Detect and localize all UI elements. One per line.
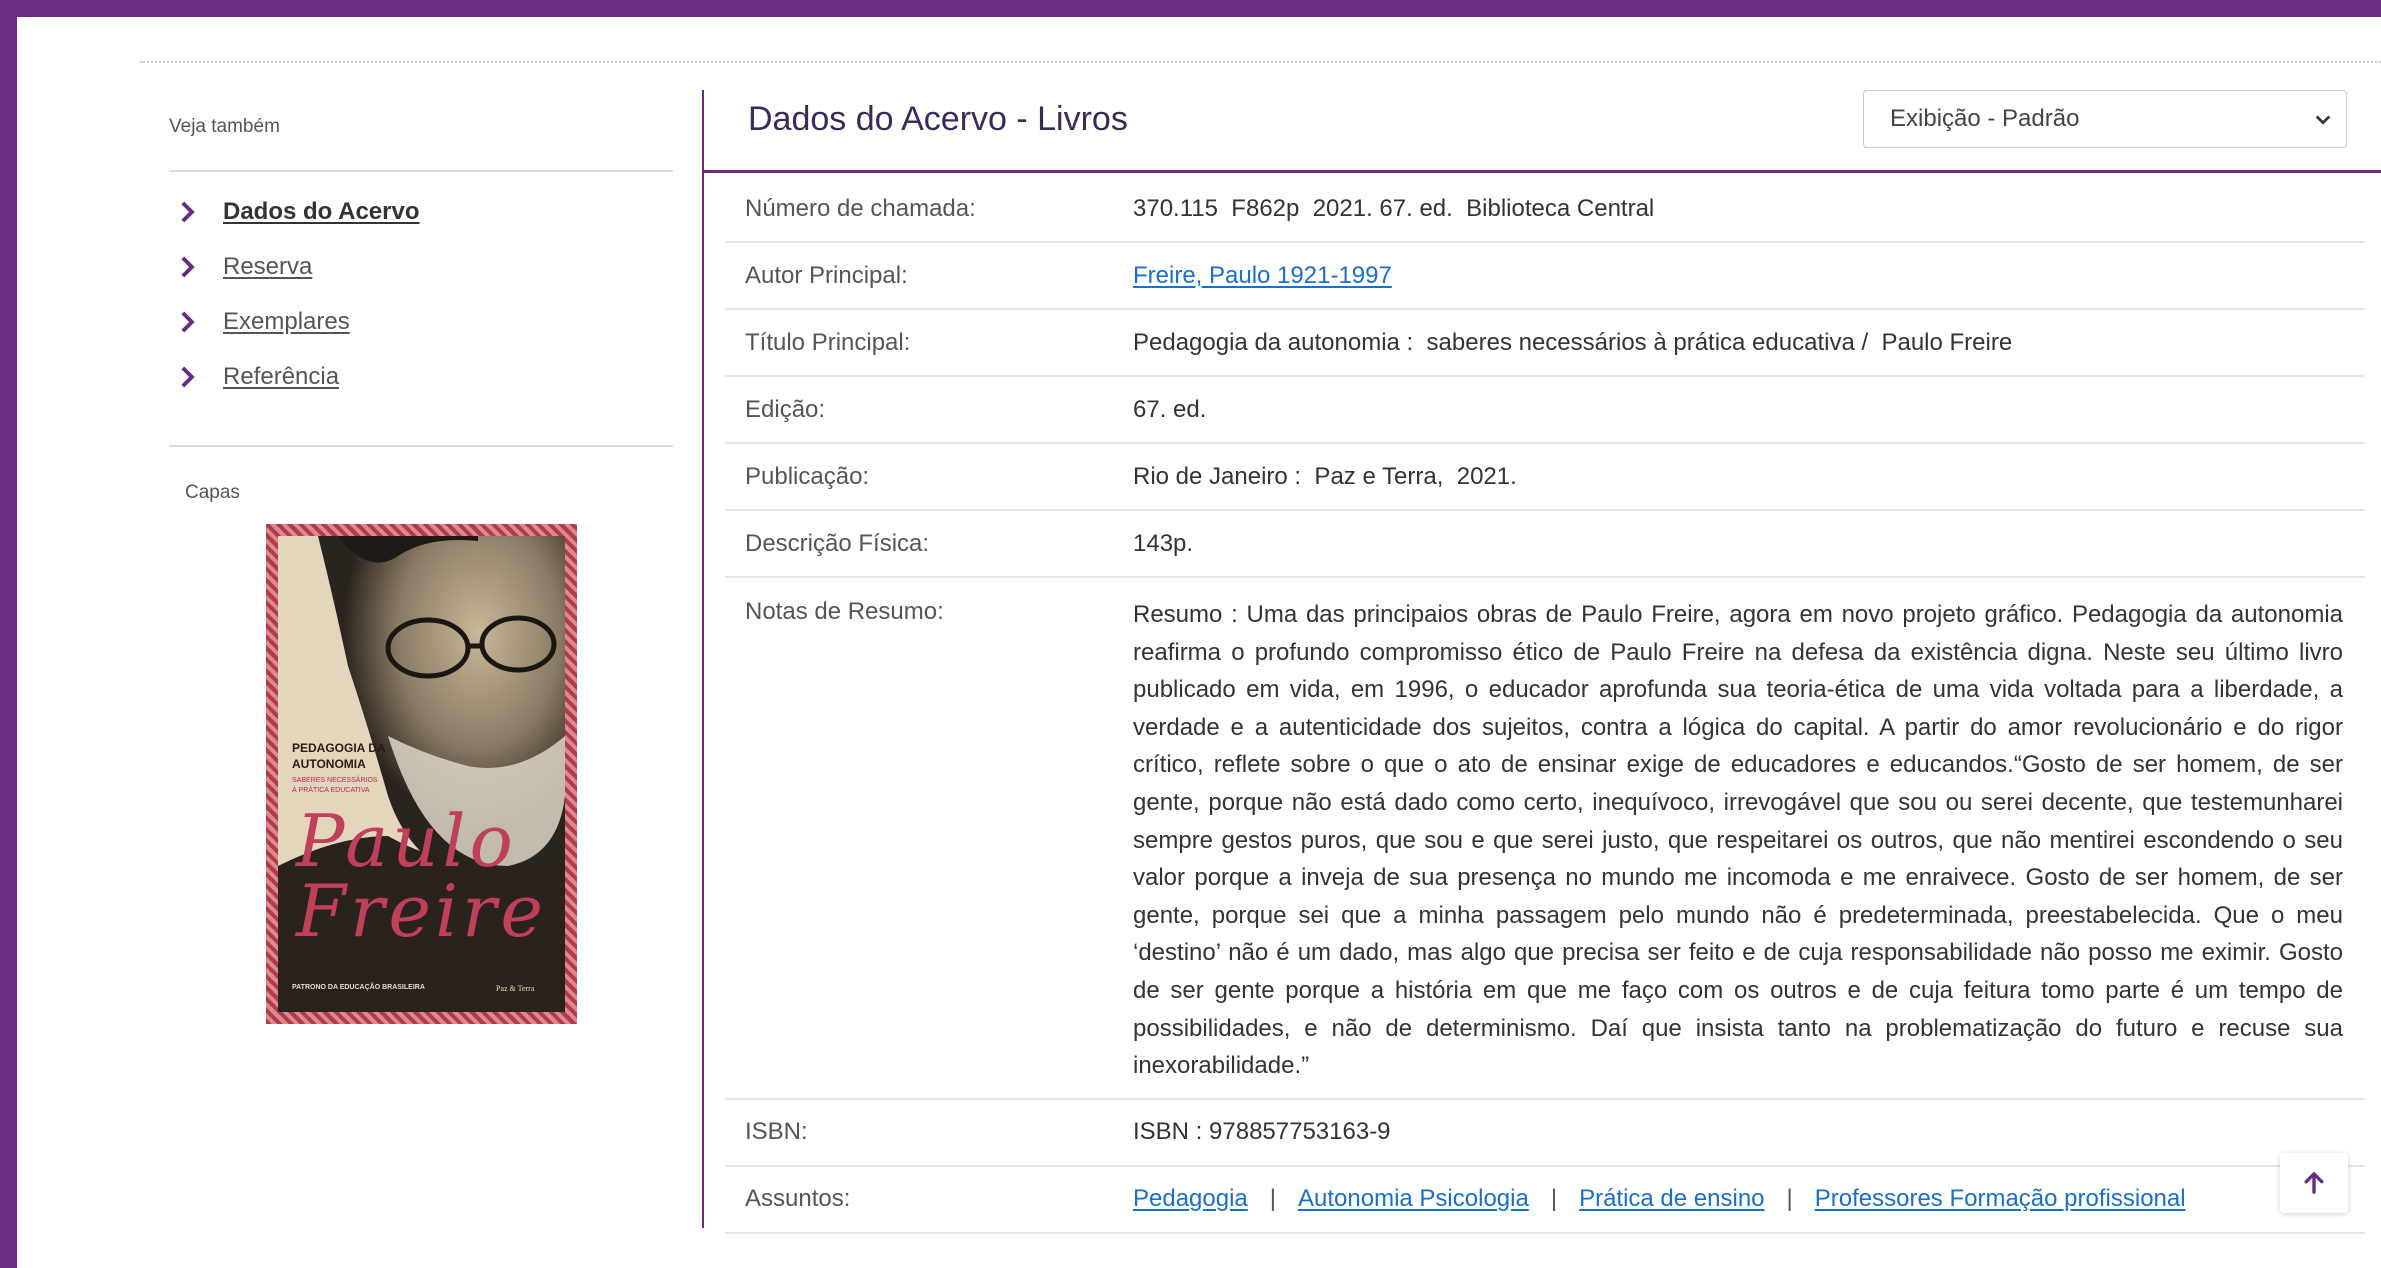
field-label: Notas de Resumo: [745, 598, 944, 625]
sidebar-link-reserva[interactable]: Reserva [223, 253, 312, 281]
cover-footer: PATRONO DA EDUCAÇÃO BRASILEIRA [292, 984, 425, 991]
table-row-call-number: Número de chamada: 370.115 F862p 2021. 6… [725, 176, 2365, 243]
field-value: 370.115 F862p 2021. 67. ed. Biblioteca C… [1133, 194, 1655, 222]
content-left-border [702, 90, 704, 1228]
field-value: ISBN : 978857753163-9 [1133, 1118, 1391, 1146]
field-value: 67. ed. [1133, 395, 1207, 423]
record-details-table: Número de chamada: 370.115 F862p 2021. 6… [725, 176, 2365, 1234]
arrow-up-icon [2304, 1172, 2324, 1194]
sidebar-item-exemplares[interactable]: Exemplares [169, 294, 420, 349]
field-label: Número de chamada: [745, 194, 976, 222]
subject-link[interactable]: Autonomia Psicologia [1298, 1185, 1529, 1212]
sidebar-item-dados-do-acervo[interactable]: Dados do Acervo [169, 184, 420, 239]
book-cover-image[interactable]: PEDAGOGIA DA AUTONOMIA SABERES NECESSÁRI… [266, 524, 577, 1024]
chevron-right-icon [181, 366, 195, 387]
subject-link[interactable]: Prática de ensino [1579, 1185, 1764, 1212]
covers-heading: Capas [185, 482, 240, 503]
sidebar-divider [169, 170, 673, 172]
field-value: Resumo : Uma das principaios obras de Pa… [1133, 601, 2343, 1080]
subjects-list: Pedagogia | Autonomia Psicologia | Prática d… [1133, 1185, 2365, 1213]
sidebar-link-referencia[interactable]: Referência [223, 363, 339, 391]
field-value: 143p. [1133, 529, 1194, 557]
cover-subtitle: SABERES NECESSÁRIOS À PRÁTICA EDUCATIVA [292, 777, 378, 794]
field-label: Autor Principal: [745, 261, 908, 289]
subject-separator: | [1786, 1185, 1793, 1213]
field-label: ISBN: [745, 1118, 808, 1146]
table-row-physical-description: Descrição Física: 143p. [725, 511, 2365, 578]
field-label: Publicação: [745, 462, 870, 490]
sidebar-link-exemplares[interactable]: Exemplares [223, 308, 350, 336]
cover-author-signature: Paulo Freire [296, 799, 548, 953]
subject-link[interactable]: Pedagogia [1133, 1185, 1248, 1212]
subject-link[interactable]: Professores Formação profissional [1815, 1185, 2186, 1212]
subject-separator: | [1269, 1185, 1277, 1213]
sidebar-nav: Dados do Acervo Reserva Exemplares Refer… [169, 184, 420, 404]
field-label: Título Principal: [745, 328, 911, 356]
sidebar-link-dados-do-acervo[interactable]: Dados do Acervo [223, 198, 420, 226]
field-label: Edição: [745, 395, 826, 423]
cover-title: PEDAGOGIA DA AUTONOMIA [292, 741, 386, 771]
chevron-right-icon [181, 201, 195, 222]
table-row-edition: Edição: 67. ed. [725, 377, 2365, 444]
scroll-to-top-button[interactable] [2280, 1153, 2348, 1213]
page-title: Dados do Acervo - Livros [748, 100, 1128, 138]
top-frame-bar [0, 0, 2381, 17]
cover-publisher: Paz & Terra [496, 984, 535, 993]
sidebar-divider [169, 445, 673, 447]
view-mode-select-value: Exibição - Padrão [1890, 105, 2080, 132]
table-row-isbn: ISBN: ISBN : 978857753163-9 [725, 1100, 2365, 1167]
see-also-heading: Veja também [169, 116, 280, 137]
field-value: Rio de Janeiro : Paz e Terra, 2021. [1133, 462, 1517, 490]
field-label: Assuntos: [745, 1185, 851, 1213]
field-value: Pedagogia da autonomia : saberes necessá… [1133, 328, 2013, 356]
left-frame-bar [0, 0, 17, 1268]
title-underline [702, 170, 2381, 173]
chevron-down-icon [2315, 115, 2331, 125]
chevron-right-icon [181, 256, 195, 277]
author-link[interactable]: Freire, Paulo 1921-1997 [1133, 262, 1392, 289]
table-row-author: Autor Principal: Freire, Paulo 1921-1997 [725, 243, 2365, 310]
sidebar-item-reserva[interactable]: Reserva [169, 239, 420, 294]
table-row-publication: Publicação: Rio de Janeiro : Paz e Terra… [725, 444, 2365, 511]
field-label: Descrição Física: [745, 529, 930, 557]
view-mode-select[interactable]: Exibição - Padrão [1863, 90, 2347, 148]
table-row-title: Título Principal: Pedagogia da autonomia… [725, 310, 2365, 377]
chevron-right-icon [181, 311, 195, 332]
table-row-summary: Notas de Resumo: Resumo : Uma das princi… [725, 578, 2365, 1100]
table-row-subjects: Assuntos: Pedagogia | Autonomia Psicologia… [725, 1167, 2365, 1234]
book-cover-art: PEDAGOGIA DA AUTONOMIA SABERES NECESSÁRI… [278, 536, 565, 1012]
subject-separator: | [1550, 1185, 1558, 1213]
header-divider [140, 61, 2381, 63]
sidebar-item-referencia[interactable]: Referência [169, 349, 420, 404]
